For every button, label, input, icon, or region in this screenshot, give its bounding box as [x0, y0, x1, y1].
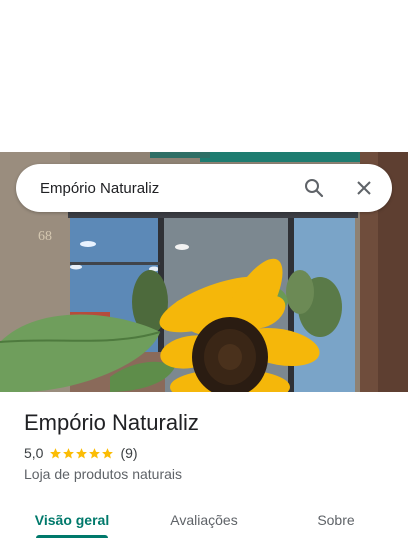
tab-reviews-label: Avaliações [170, 512, 238, 528]
search-bar[interactable]: Empório Naturaliz [16, 164, 392, 212]
tab-about[interactable]: Sobre [264, 496, 408, 544]
close-icon[interactable] [340, 164, 388, 212]
address-number: 68 [38, 229, 52, 244]
tab-overview-label: Visão geral [34, 512, 110, 528]
tab-about-label: Sobre [317, 512, 355, 528]
tab-overview[interactable]: Visão geral [0, 496, 144, 544]
place-category: Loja de produtos naturais [24, 466, 182, 482]
place-tabs: Visão geral Avaliações Sobre [0, 496, 408, 544]
rating-row[interactable]: 5,0 (9) [24, 445, 138, 461]
place-info-panel: Empório Naturaliz 5,0 (9) Loja de produt… [0, 392, 408, 544]
star-icon [89, 447, 101, 458]
map-blank-area [0, 0, 408, 152]
star-icon [63, 447, 75, 458]
star-icon [76, 447, 88, 458]
rating-stars [49, 447, 114, 460]
tab-reviews[interactable]: Avaliações [144, 496, 264, 544]
active-tab-indicator [36, 535, 108, 538]
star-icon [102, 447, 114, 458]
search-input[interactable]: Empório Naturaliz [16, 180, 290, 197]
place-title: Empório Naturaliz [24, 410, 199, 435]
search-icon[interactable] [290, 164, 338, 212]
review-count[interactable]: (9) [120, 445, 137, 461]
star-icon [50, 447, 62, 458]
rating-value: 5,0 [24, 445, 44, 461]
